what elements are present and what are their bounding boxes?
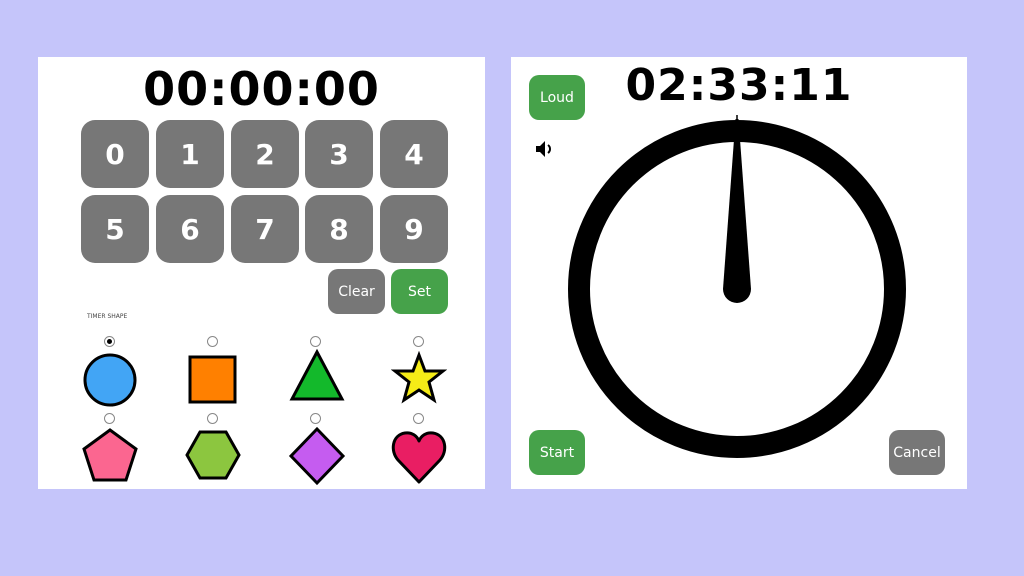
key-4[interactable]: 4 xyxy=(380,120,448,188)
set-time-display: 00:00:00 xyxy=(143,62,380,116)
shape-radio-pentagon[interactable] xyxy=(104,413,115,424)
shape-radio-heart[interactable] xyxy=(413,413,424,424)
heart-shape-icon[interactable] xyxy=(390,427,448,485)
hexagon-shape-icon[interactable] xyxy=(184,429,242,481)
shape-radio-diamond[interactable] xyxy=(310,413,321,424)
square-shape-icon[interactable] xyxy=(186,354,240,406)
key-2[interactable]: 2 xyxy=(231,120,299,188)
dial-hand xyxy=(723,119,751,303)
shape-radio-star[interactable] xyxy=(413,336,424,347)
timer-shape-label: TIMER SHAPE xyxy=(87,313,128,320)
key-7[interactable]: 7 xyxy=(231,195,299,263)
key-5[interactable]: 5 xyxy=(81,195,149,263)
cancel-button[interactable]: Cancel xyxy=(889,430,945,475)
key-0[interactable]: 0 xyxy=(81,120,149,188)
triangle-shape-icon[interactable] xyxy=(288,348,346,404)
loud-button[interactable]: Loud xyxy=(529,75,585,120)
pentagon-shape-icon[interactable] xyxy=(81,427,139,483)
key-3[interactable]: 3 xyxy=(305,120,373,188)
shape-radio-triangle[interactable] xyxy=(310,336,321,347)
speaker-icon[interactable] xyxy=(533,137,557,161)
diamond-shape-icon[interactable] xyxy=(287,426,347,486)
key-9[interactable]: 9 xyxy=(380,195,448,263)
timer-setter-panel: 00:00:00 0 1 2 3 4 5 6 7 8 9 Clear Set T… xyxy=(38,57,485,489)
set-button[interactable]: Set xyxy=(391,269,448,314)
shape-radio-hexagon[interactable] xyxy=(207,413,218,424)
circle-shape-icon[interactable] xyxy=(82,352,138,408)
countdown-panel: 02:33:11 Loud Start Cancel xyxy=(511,57,967,489)
start-button[interactable]: Start xyxy=(529,430,585,475)
star-shape-icon[interactable] xyxy=(391,351,447,407)
timer-dial xyxy=(568,115,906,458)
key-8[interactable]: 8 xyxy=(305,195,373,263)
key-1[interactable]: 1 xyxy=(156,120,224,188)
shape-radio-square[interactable] xyxy=(207,336,218,347)
clear-button[interactable]: Clear xyxy=(328,269,385,314)
shape-radio-circle[interactable] xyxy=(104,336,115,347)
key-6[interactable]: 6 xyxy=(156,195,224,263)
